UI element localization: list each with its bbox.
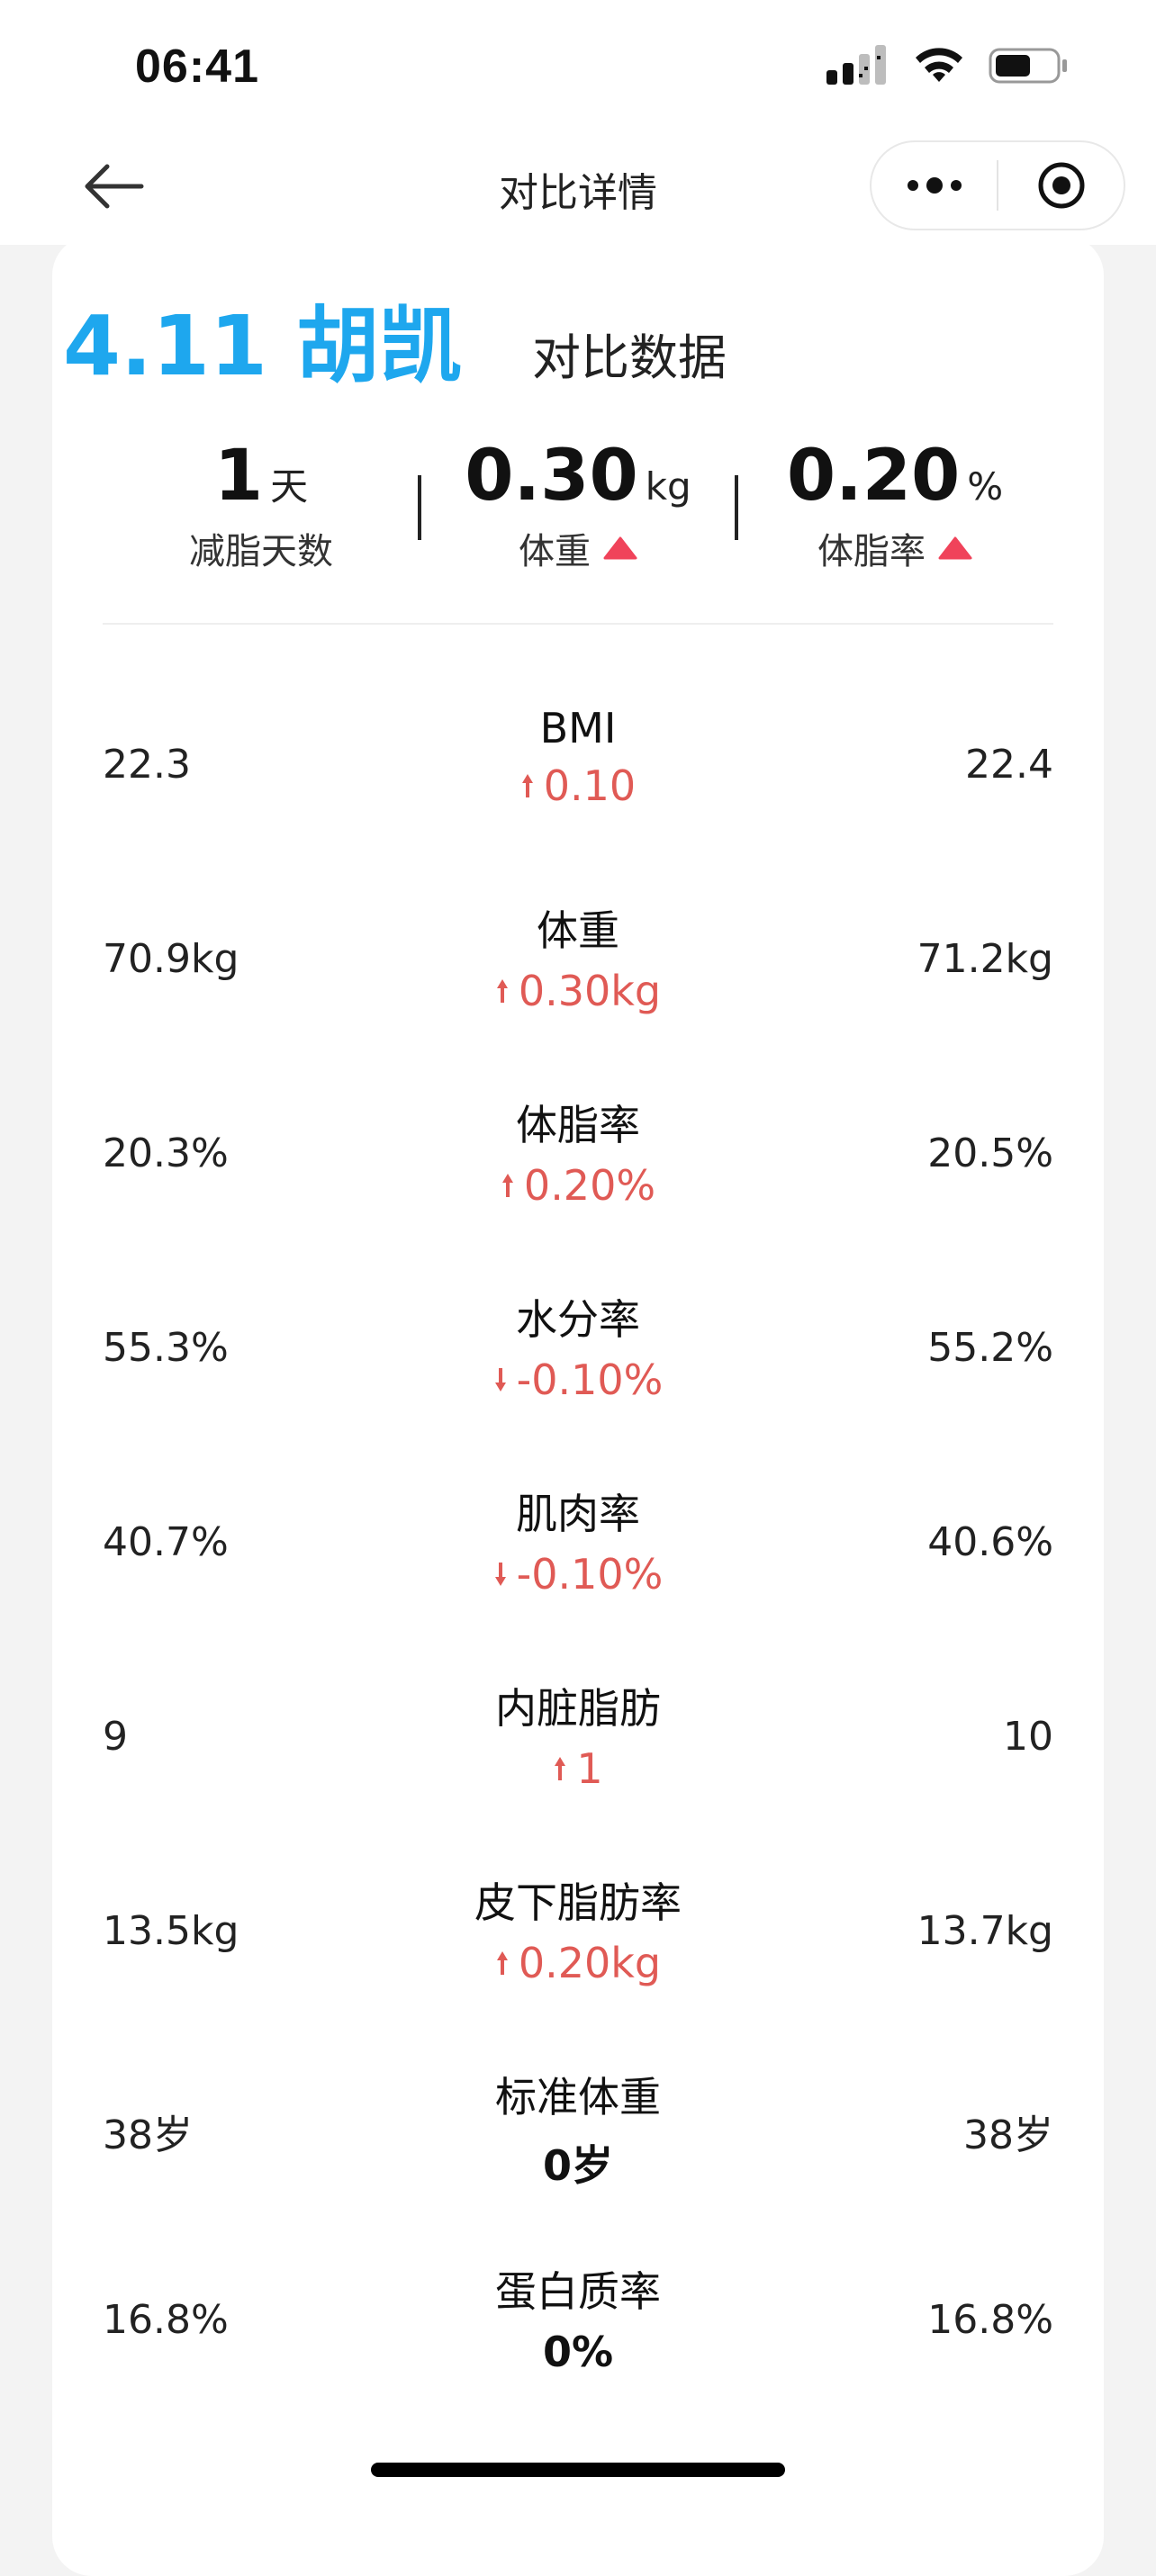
- metric-center: 内脏脂肪 1: [103, 1676, 1053, 1793]
- metric-center: 水分率 -0.10%: [103, 1287, 1053, 1404]
- metric-right-value: 55.2%: [927, 1325, 1053, 1371]
- metric-delta: 0岁: [103, 2133, 1053, 2193]
- summary-body-fat-value: 0.20: [786, 436, 961, 517]
- arrow-up-icon: [496, 1951, 508, 1975]
- metric-row: 9 内脏脂肪 1 10: [103, 1676, 1053, 1802]
- metric-delta-value: 0.20%: [523, 1161, 656, 1210]
- summary-divider: [103, 623, 1053, 625]
- metric-center: 体重 0.30kg: [103, 898, 1053, 1015]
- summary-panel: 1天 减脂天数 0.30 kg 体重 0.20% 体脂率: [103, 436, 1053, 598]
- metric-delta: 0.10: [103, 761, 1053, 810]
- summary-days-unit: 天: [270, 464, 309, 509]
- cellular-signal-icon: [826, 45, 886, 85]
- metric-delta-value: -0.10%: [516, 1356, 664, 1404]
- metric-delta: 0.20kg: [103, 1939, 1053, 1987]
- triangle-up-icon: [603, 536, 637, 560]
- status-icons: [826, 43, 1070, 88]
- metric-row: 55.3% 水分率 -0.10% 55.2%: [103, 1287, 1053, 1413]
- summary-days-value: 1: [213, 436, 264, 517]
- metric-name: 内脏脂肪: [495, 1684, 661, 1733]
- close-mini-program-button[interactable]: [998, 142, 1124, 229]
- metric-row: 16.8% 蛋白质率 0% 16.8%: [103, 2259, 1053, 2385]
- metric-delta-value: 0.10: [543, 761, 637, 810]
- summary-days: 1天 减脂天数: [103, 436, 420, 598]
- card-header: 4.11 胡凯 对比数据: [63, 279, 727, 399]
- metric-center: 皮下脂肪率 0.20kg: [103, 1870, 1053, 1987]
- metric-row: 70.9kg 体重 0.30kg 71.2kg: [103, 898, 1053, 1024]
- metric-delta: -0.10%: [103, 1550, 1053, 1599]
- more-button[interactable]: [872, 142, 997, 229]
- metric-name: 水分率: [516, 1295, 640, 1344]
- target-icon: [1038, 162, 1084, 209]
- metric-center: BMI 0.10: [103, 704, 1053, 810]
- arrow-up-icon: [555, 1757, 566, 1780]
- mini-program-capsule: [870, 140, 1125, 230]
- arrow-up-icon: [521, 774, 533, 797]
- summary-days-label: 减脂天数: [189, 531, 333, 572]
- metric-right-value: 40.6%: [927, 1519, 1053, 1565]
- metric-name: 肌肉率: [516, 1490, 640, 1538]
- metric-row: 40.7% 肌肉率 -0.10% 40.6%: [103, 1482, 1053, 1608]
- metric-delta-value: -0.10%: [516, 1550, 664, 1599]
- triangle-up-icon: [938, 536, 972, 560]
- metric-row: 20.3% 体脂率 0.20% 20.5%: [103, 1093, 1053, 1219]
- arrow-up-icon: [496, 979, 508, 1003]
- metric-right-value: 71.2kg: [917, 936, 1053, 982]
- record-title: 4.11 胡凯: [63, 298, 463, 394]
- metric-delta: 0.30kg: [103, 967, 1053, 1015]
- metric-right-value: 13.7kg: [917, 1908, 1053, 1954]
- metric-center: 标准体重 0岁: [103, 2065, 1053, 2193]
- summary-separator: [418, 475, 421, 540]
- summary-body-fat-label: 体脂率: [817, 531, 926, 572]
- metric-delta-value: 0%: [542, 2328, 614, 2376]
- metric-center: 体脂率 0.20%: [103, 1093, 1053, 1210]
- card-subtitle: 对比数据: [532, 329, 727, 386]
- summary-weight-label: 体重: [519, 531, 591, 572]
- metric-delta: 0%: [103, 2328, 1053, 2376]
- metric-delta: -0.10%: [103, 1356, 1053, 1404]
- summary-weight: 0.30 kg 体重: [420, 436, 736, 598]
- metric-name: 体脂率: [516, 1101, 640, 1149]
- metric-name: 皮下脂肪率: [474, 1878, 682, 1927]
- metric-delta-value: 1: [576, 1744, 603, 1793]
- metric-right-value: 10: [1003, 1714, 1053, 1760]
- metric-row: 13.5kg 皮下脂肪率 0.20kg 13.7kg: [103, 1870, 1053, 1996]
- metric-name: 蛋白质率: [495, 2267, 661, 2316]
- metric-delta-value: 0岁: [542, 2141, 613, 2190]
- arrow-down-icon: [494, 1563, 506, 1586]
- metric-delta-value: 0.20kg: [518, 1939, 662, 1987]
- arrow-down-icon: [494, 1368, 506, 1392]
- arrow-up-icon: [501, 1174, 513, 1197]
- summary-separator: [735, 475, 738, 540]
- metric-right-value: 22.4: [965, 742, 1053, 788]
- status-time: 06:41: [135, 41, 259, 93]
- metric-delta: 1: [103, 1744, 1053, 1793]
- metric-name: 标准体重: [495, 2073, 661, 2121]
- metric-right-value: 16.8%: [927, 2297, 1053, 2343]
- metric-name: 体重: [537, 906, 619, 955]
- metric-name: BMI: [539, 704, 617, 752]
- metric-right-value: 20.5%: [927, 1130, 1053, 1176]
- summary-weight-unit: kg: [645, 464, 691, 509]
- more-dots-icon: [907, 177, 962, 194]
- metric-center: 肌肉率 -0.10%: [103, 1482, 1053, 1599]
- metric-row: 22.3 BMI 0.10 22.4: [103, 704, 1053, 830]
- summary-body-fat-unit: %: [967, 464, 1004, 509]
- summary-body-fat: 0.20% 体脂率: [736, 436, 1053, 598]
- summary-weight-value: 0.30: [465, 436, 638, 517]
- battery-icon: [989, 48, 1067, 84]
- metric-row: 38岁 标准体重 0岁 38岁: [103, 2065, 1053, 2191]
- metric-delta-value: 0.30kg: [518, 967, 662, 1015]
- metric-center: 蛋白质率 0%: [103, 2259, 1053, 2376]
- wifi-icon: [916, 48, 962, 82]
- metric-delta: 0.20%: [103, 1161, 1053, 1210]
- metric-right-value: 38岁: [963, 2112, 1053, 2158]
- home-indicator: [371, 2463, 785, 2477]
